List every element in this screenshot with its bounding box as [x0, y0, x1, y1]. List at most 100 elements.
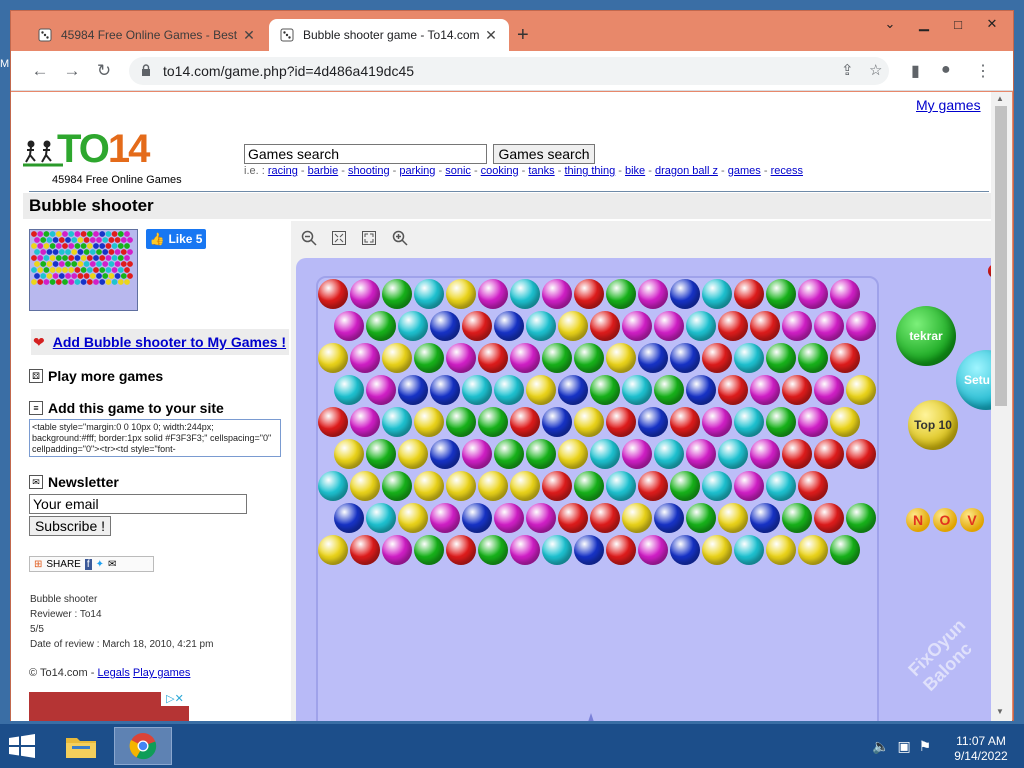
email-share-icon[interactable]: ✉	[108, 559, 116, 570]
legals-link[interactable]: Legals	[97, 667, 129, 679]
quick-link-games[interactable]: games	[728, 165, 761, 177]
logo[interactable]: TO14 45984 Free Online Games	[23, 122, 193, 186]
thumbnail-bubble	[40, 273, 47, 279]
bubble	[686, 375, 716, 405]
quick-link-racing[interactable]: racing	[268, 165, 298, 177]
share-icon[interactable]: ⇪	[841, 61, 854, 79]
quick-link-sonic[interactable]: sonic	[445, 165, 471, 177]
thumbnail-bubble	[71, 237, 78, 243]
play-more-games[interactable]: ⚄ Play more games	[29, 368, 163, 384]
restart-button[interactable]: tekrar	[896, 306, 956, 366]
thumbnail-bubble	[31, 243, 37, 249]
quick-link-thing-thing[interactable]: thing thing	[564, 165, 615, 177]
tab-bubble-shooter[interactable]: Bubble shooter game - To14.com ✕	[269, 19, 509, 51]
bubble	[574, 343, 604, 373]
quick-link-dragon-ball-z[interactable]: dragon ball z	[655, 165, 718, 177]
forward-icon[interactable]: →	[61, 61, 83, 81]
add-to-my-games-link[interactable]: Add Bubble shooter to My Games !	[53, 334, 286, 350]
bubble	[430, 439, 460, 469]
speaker-muted-icon[interactable]: 🔈	[872, 738, 889, 755]
thumbnail-bubble	[86, 231, 93, 237]
maximize-button[interactable]: □	[941, 13, 975, 35]
flag-icon[interactable]: ⚑	[919, 738, 932, 755]
advertisement[interactable]: ▷✕	[29, 692, 189, 721]
menu-icon[interactable]: ⋮	[975, 61, 991, 81]
fit-screen-icon[interactable]	[331, 230, 347, 250]
thumbnail-bubble	[77, 261, 84, 267]
profile-avatar-icon[interactable]: ●	[941, 61, 951, 79]
scroll-up-icon[interactable]: ▲	[996, 94, 1004, 103]
share-plus-icon: ⊞	[34, 558, 43, 570]
quick-link-tanks[interactable]: tanks	[528, 165, 554, 177]
scrollbar-thumb[interactable]	[995, 106, 1007, 406]
games-search-input[interactable]: Games search	[244, 144, 487, 164]
bubble	[766, 535, 796, 565]
email-input[interactable]: Your email	[29, 494, 247, 514]
zoom-out-icon[interactable]	[301, 230, 317, 250]
address-bar[interactable]: to14.com/game.php?id=4d486a419dc45 ⇪ ☆	[129, 57, 889, 85]
new-tab-button[interactable]: +	[517, 24, 529, 47]
tab-free-online-games[interactable]: 45984 Free Online Games - Best ✕	[27, 19, 267, 51]
game-thumbnail[interactable]	[29, 229, 138, 311]
bubble	[670, 343, 700, 373]
games-search-button[interactable]: Games search	[493, 144, 595, 164]
thumbnail-bubble	[114, 237, 121, 243]
quick-link-barbie[interactable]: barbie	[308, 165, 339, 177]
fullscreen-icon[interactable]	[361, 230, 377, 250]
quick-link-bike[interactable]: bike	[625, 165, 645, 177]
bubble	[510, 279, 540, 309]
zoom-in-icon[interactable]	[392, 230, 408, 250]
scroll-down-icon[interactable]: ▼	[996, 707, 1004, 716]
bookmark-star-icon[interactable]: ☆	[869, 61, 882, 79]
thumbnail-bubble	[93, 267, 99, 273]
thumbnail-bubble	[99, 243, 106, 249]
bubble	[382, 279, 412, 309]
setup-button[interactable]: Setu	[956, 350, 991, 410]
ad-close-icon[interactable]: ▷✕	[161, 692, 189, 706]
twitter-icon[interactable]: ✦	[96, 559, 104, 570]
thumbnail-bubble	[102, 273, 109, 279]
bubble	[734, 343, 764, 373]
network-icon[interactable]: ▣	[897, 738, 910, 755]
bubble	[846, 439, 876, 469]
quick-link-recess[interactable]: recess	[771, 165, 803, 177]
thumbnail-bubble	[46, 237, 53, 243]
top10-button[interactable]: Top 10	[908, 400, 958, 450]
quick-link-cooking[interactable]: cooking	[481, 165, 519, 177]
file-explorer-icon[interactable]	[52, 727, 110, 765]
thumbnail-bubble	[43, 267, 50, 273]
review-reviewer: Reviewer : To14	[30, 609, 102, 620]
clock[interactable]: 11:07 AM 9/14/2022	[948, 734, 1014, 764]
quick-link-shooting[interactable]: shooting	[348, 165, 390, 177]
bubble	[782, 503, 812, 533]
facebook-like-button[interactable]: 👍 Like 5	[146, 229, 206, 249]
share-widget[interactable]: ⊞ SHARE f ✦ ✉	[29, 556, 154, 572]
embed-code-textarea[interactable]: <table style="margin:0 0 10px 0; width:2…	[29, 419, 281, 457]
bubble	[590, 311, 620, 341]
thumbnail-bubble	[49, 243, 56, 249]
minimize-button[interactable]: ▁	[907, 13, 941, 35]
quick-link-parking[interactable]: parking	[399, 165, 435, 177]
back-icon[interactable]: ←	[29, 61, 51, 81]
chevron-down-icon[interactable]: ⌄	[873, 13, 907, 35]
facebook-icon[interactable]: f	[84, 558, 92, 570]
my-games-link[interactable]: My games	[916, 97, 981, 113]
close-tab-icon[interactable]: ✕	[483, 27, 499, 44]
subscribe-button[interactable]: Subscribe !	[29, 516, 111, 536]
close-tab-icon[interactable]: ✕	[241, 27, 257, 44]
vertical-scrollbar[interactable]: ▲ ▼	[991, 92, 1012, 721]
newsletter-heading: ✉ Newsletter	[29, 474, 119, 490]
windows-start-icon[interactable]	[8, 734, 36, 758]
thumbnail-bubble	[93, 279, 99, 285]
thumbnail-bubble	[62, 267, 68, 273]
chrome-icon[interactable]	[114, 727, 172, 765]
thumbnail-bubble	[80, 255, 87, 261]
bubble	[798, 407, 828, 437]
game-board[interactable]: tekrar Setu Top 10 N O V FixOyun Balonc	[296, 258, 991, 721]
close-button[interactable]: ✕	[975, 13, 1009, 35]
thumbnail-bubble	[96, 237, 102, 243]
reload-icon[interactable]: ↻	[93, 61, 115, 81]
play-games-link[interactable]: Play games	[133, 667, 190, 679]
side-panel-icon[interactable]: ▮	[911, 61, 920, 81]
bubble	[558, 311, 588, 341]
